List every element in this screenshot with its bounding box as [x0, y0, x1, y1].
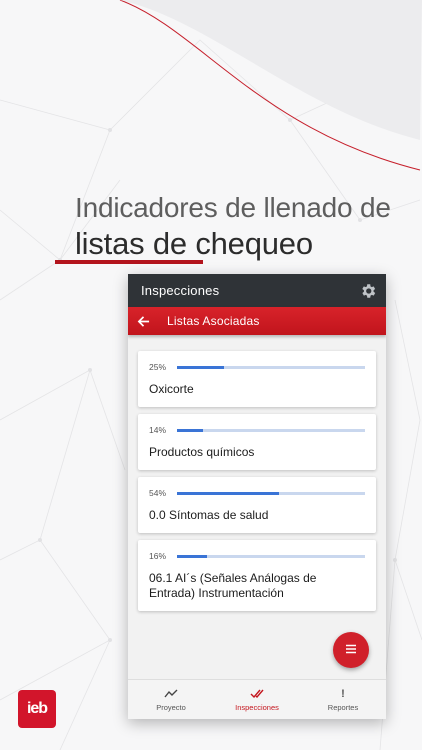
checklist-title: Productos químicos	[149, 445, 255, 459]
nav-item-proyecto[interactable]: Proyecto	[128, 680, 214, 719]
progress-fill	[177, 491, 279, 495]
nav-item-reportes[interactable]: ! Reportes	[300, 680, 386, 719]
progress-bar	[177, 491, 365, 495]
nav-item-inspecciones[interactable]: Inspecciones	[214, 680, 300, 719]
sub-header-title: Listas Asociadas	[167, 314, 260, 328]
phone-screen: Inspecciones Listas Asociadas 25% Oxicor…	[128, 274, 386, 719]
fab-menu-button[interactable]	[333, 632, 369, 668]
sub-header: Listas Asociadas	[128, 307, 386, 335]
app-bar: Inspecciones	[128, 274, 386, 307]
checklist-title: 0.0 Síntomas de salud	[149, 508, 269, 522]
progress-percent: 25%	[149, 362, 167, 372]
checklist-card[interactable]: 14% Productos químicos	[138, 414, 376, 470]
checklist-title: Oxicorte	[149, 382, 194, 396]
checklist-title: 06.1 AI´s (Señales Análogas de Entrada) …	[149, 571, 317, 600]
hero-title-line2: listas de chequeo	[75, 226, 313, 261]
hero-title-line1: Indicadores de llenado de	[75, 192, 391, 223]
menu-icon	[345, 641, 357, 659]
app-bar-title: Inspecciones	[141, 283, 220, 298]
exclamation-icon: !	[341, 687, 345, 700]
brand-logo: ieb	[18, 690, 56, 728]
progress-bar	[177, 554, 365, 558]
progress-percent: 16%	[149, 551, 167, 561]
progress-percent: 14%	[149, 425, 167, 435]
nav-label: Reportes	[327, 702, 359, 712]
progress-bar	[177, 428, 365, 432]
trend-icon	[164, 688, 178, 700]
checklist-card[interactable]: 25% Oxicorte	[138, 351, 376, 407]
progress-fill	[177, 554, 208, 558]
back-arrow-icon[interactable]	[137, 314, 151, 328]
double-check-icon	[250, 688, 265, 700]
nav-label: Proyecto	[156, 702, 186, 712]
progress-percent: 54%	[149, 488, 167, 498]
progress-bar	[177, 365, 365, 369]
progress-fill	[177, 365, 224, 369]
hero-underline	[55, 260, 203, 264]
progress-fill	[177, 428, 204, 432]
checklist-card[interactable]: 16% 06.1 AI´s (Señales Análogas de Entra…	[138, 540, 376, 611]
gear-icon[interactable]	[358, 281, 377, 300]
checklist-card[interactable]: 54% 0.0 Síntomas de salud	[138, 477, 376, 533]
nav-label: Inspecciones	[235, 702, 279, 712]
checklist-list: 25% Oxicorte 14% Productos químicos 54% …	[128, 335, 386, 611]
bottom-navigation: Proyecto Inspecciones ! Reportes	[128, 679, 386, 719]
